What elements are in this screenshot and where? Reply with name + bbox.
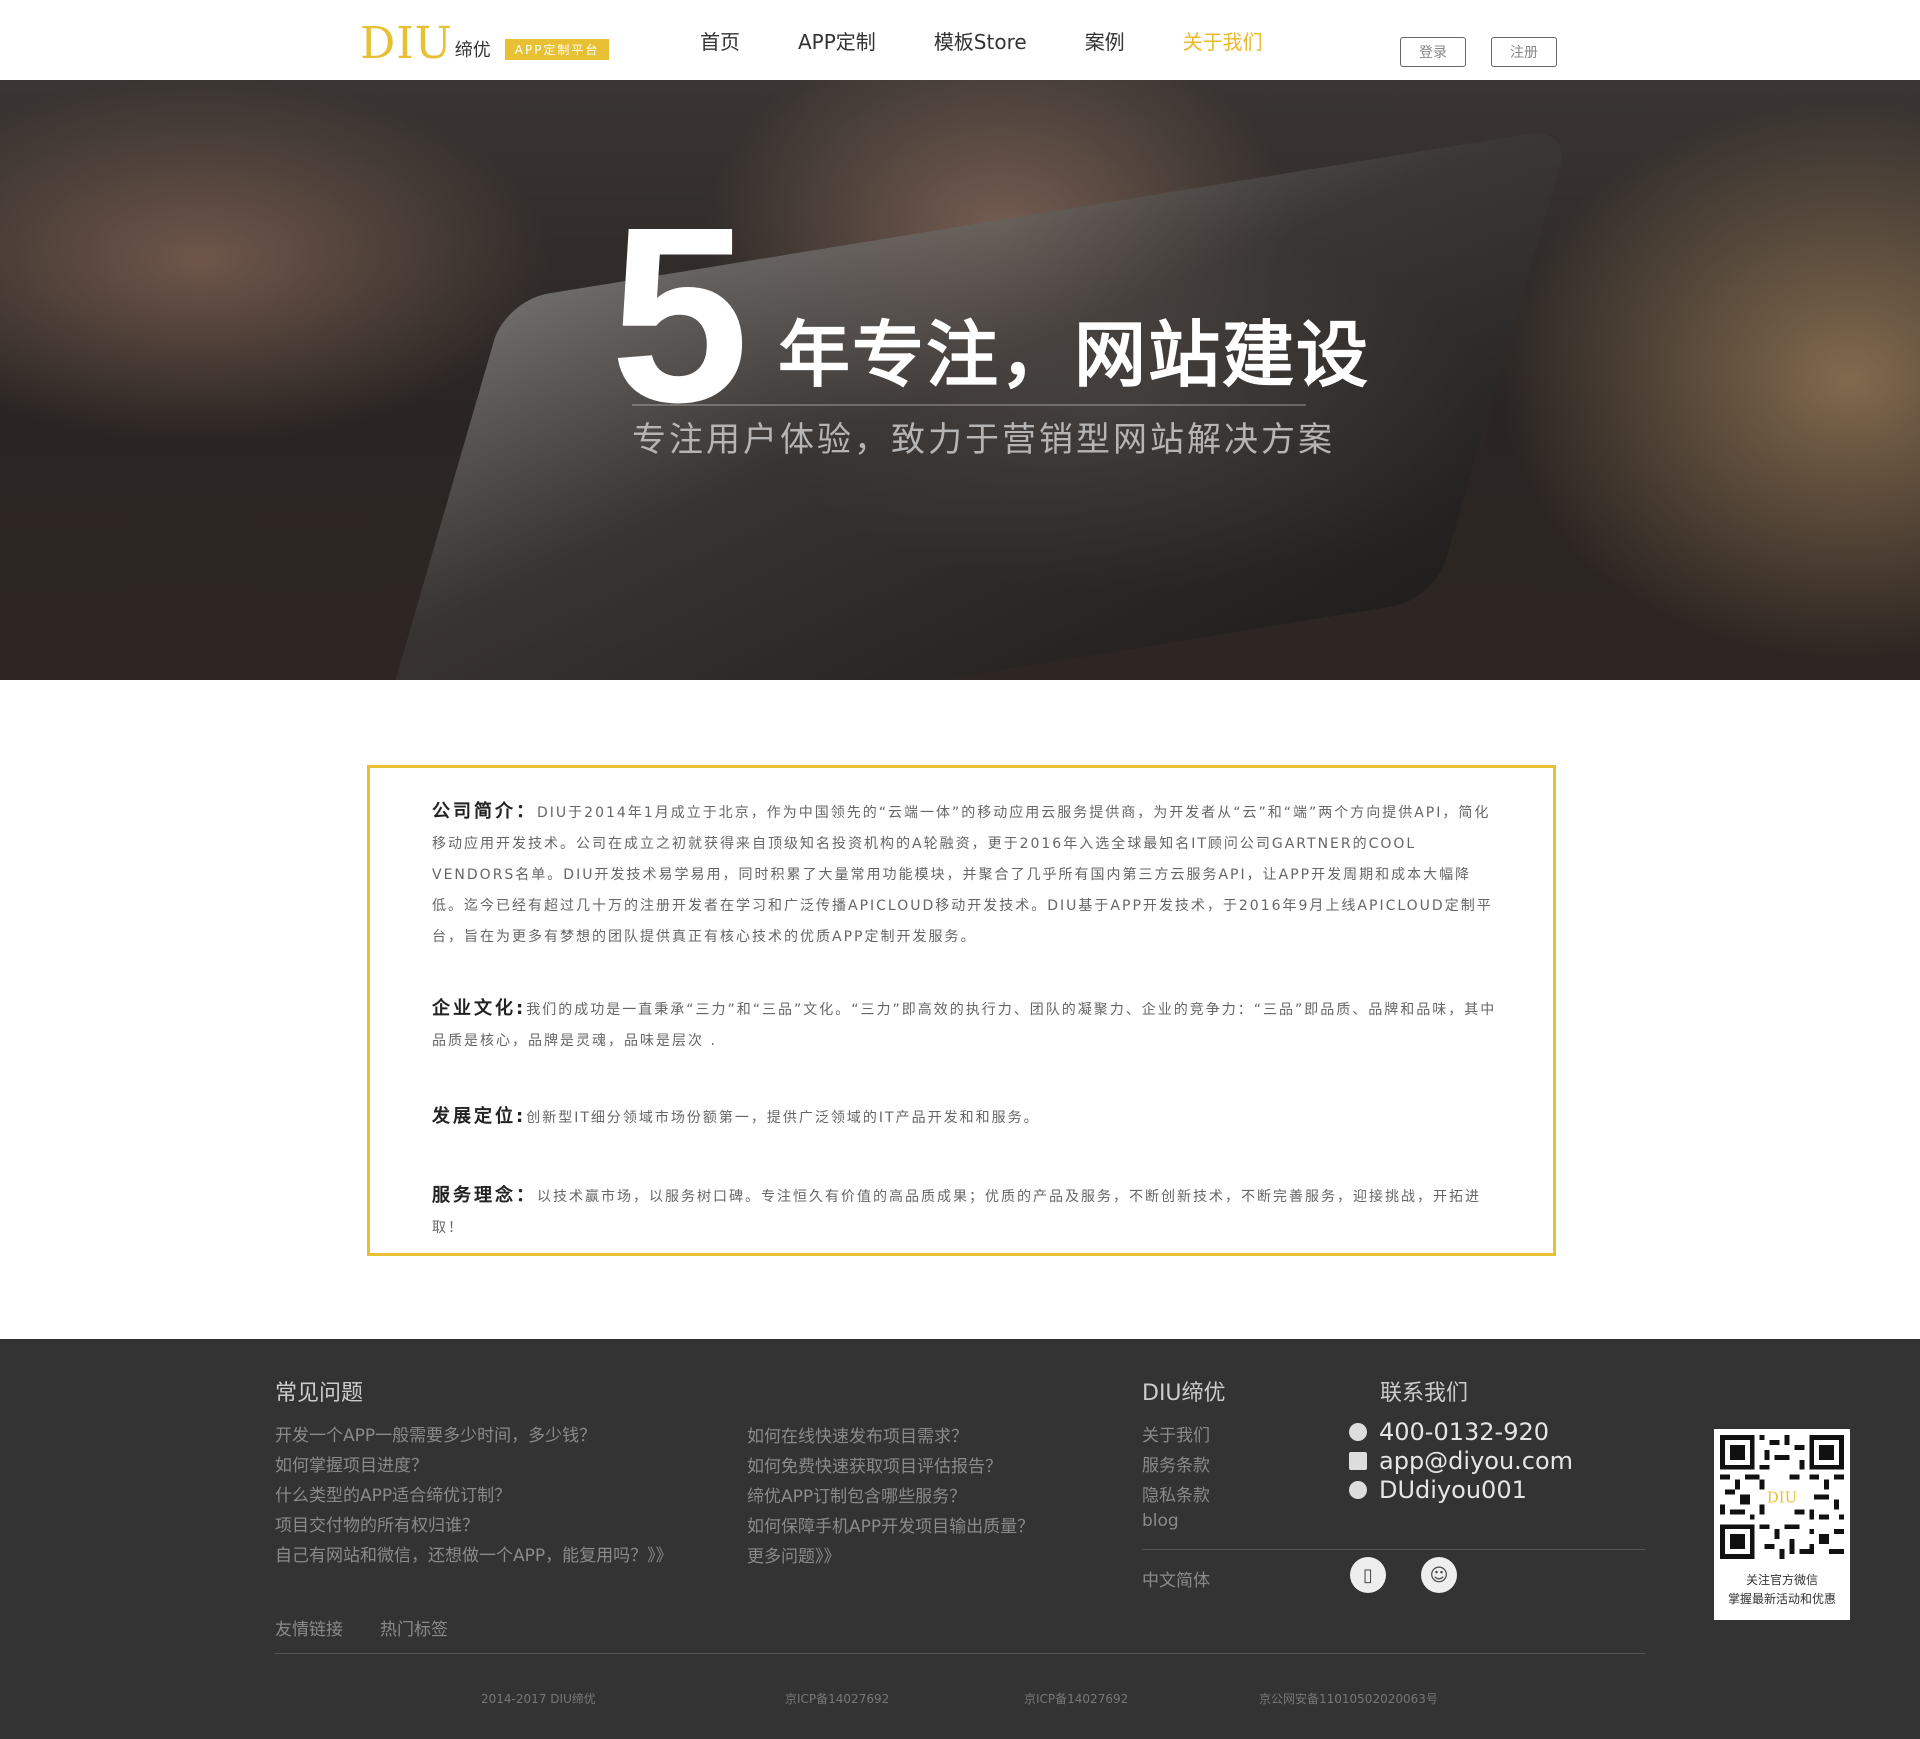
company-intro-label: 公司简介: [432, 801, 516, 822]
faq-link[interactable]: 如何免费快速获取项目评估报告？: [747, 1452, 1002, 1477]
logo-badge: APP定制平台: [504, 39, 610, 60]
footer-divider: [1142, 1549, 1645, 1550]
development-position-text: 创新型IT细分领域市场份额第一，提供广泛领域的IT产品开发和和服务。: [526, 1110, 1040, 1126]
hero-subtitle: 专注用户体验，致力于营销型网站解决方案: [632, 420, 1335, 460]
company-culture-sep: :: [516, 998, 527, 1019]
faq-link[interactable]: 如何掌握项目进度？: [275, 1451, 428, 1476]
company-intro-text: DIU于2014年1月成立于北京，作为中国领先的“云端一体”的移动应用云服务提供…: [432, 805, 1493, 945]
hero-title: 年专注，网站建设: [778, 313, 1371, 397]
company-culture-text: 我们的成功是一直秉承“三力”和“三品”文化。“三力”即高效的执行力、团队的凝聚力…: [432, 1002, 1497, 1049]
copyright: 2014-2017 DIU缔优: [481, 1692, 596, 1706]
wechat-icon[interactable]: ☺: [1421, 1557, 1457, 1593]
faq-link[interactable]: 如何保障手机APP开发项目输出质量？: [747, 1512, 1034, 1537]
development-position: 发展定位:创新型IT细分领域市场份额第一，提供广泛领域的IT产品开发和和服务。: [432, 1101, 1503, 1134]
faq-more-link[interactable]: 更多问题》》: [747, 1542, 841, 1567]
faq-link[interactable]: 自己有网站和微信，还想做一个APP，能复用吗？》》: [275, 1541, 673, 1566]
faq-link[interactable]: 缔优APP订制包含哪些服务？: [747, 1482, 966, 1507]
nav-about-us[interactable]: 关于我们: [1183, 26, 1263, 56]
service-philosophy: 服务理念：以技术赢市场，以服务树口碑。专注恒久有价值的高品质成果；优质的产品及服…: [432, 1180, 1503, 1244]
qr-logo: DIU: [1767, 1488, 1797, 1506]
development-position-sep: :: [516, 1106, 527, 1127]
hero-banner: 5 年专注，网站建设 专注用户体验，致力于营销型网站解决方案: [0, 80, 1920, 680]
qr-code-icon: DIU: [1720, 1435, 1844, 1559]
contact-phone: 400-0132-920: [1349, 1418, 1549, 1446]
contact-email[interactable]: app@diyou.com: [1349, 1447, 1573, 1475]
development-position-label: 发展定位: [432, 1106, 516, 1127]
faq-link[interactable]: 项目交付物的所有权归谁？: [275, 1511, 479, 1536]
register-button[interactable]: 注册: [1491, 37, 1557, 67]
company-culture-label: 企业文化: [432, 998, 516, 1019]
footer-link-terms[interactable]: 服务条款: [1142, 1451, 1210, 1476]
language-switch[interactable]: 中文简体: [1142, 1566, 1210, 1591]
footer-bottom-divider: [275, 1653, 1645, 1654]
icp-license-1[interactable]: 京ICP备14027692: [785, 1690, 889, 1707]
police-record[interactable]: 京公网安备11010502020063号: [1259, 1690, 1438, 1707]
site-header: DIU 缔优 APP定制平台 首页 APP定制 模板Store 案例 关于我们 …: [0, 0, 1920, 80]
about-panel: 公司简介：DIU于2014年1月成立于北京，作为中国领先的“云端一体”的移动应用…: [367, 765, 1556, 1256]
nav-app-custom[interactable]: APP定制: [798, 26, 876, 56]
faq-link[interactable]: 什么类型的APP适合缔优订制？: [275, 1481, 511, 1506]
qr-caption-line2: 掌握最新活动和优惠: [1727, 1592, 1836, 1606]
contact-title: 联系我们: [1380, 1381, 1469, 1406]
icp-license-2[interactable]: 京ICP备14027692: [1024, 1690, 1128, 1707]
company-culture: 企业文化:我们的成功是一直秉承“三力”和“三品”文化。“三力”即高效的执行力、团…: [432, 993, 1503, 1057]
service-philosophy-label: 服务理念: [432, 1185, 516, 1206]
contact-phone-value: 400-0132-920: [1379, 1418, 1550, 1446]
service-philosophy-sep: ：: [516, 1185, 537, 1206]
phone-icon: [1349, 1423, 1367, 1441]
footer-link-privacy[interactable]: 隐私条款: [1142, 1481, 1210, 1506]
brand-title: DIU缔优: [1142, 1381, 1226, 1406]
contact-email-value: app@diyou.com: [1379, 1447, 1574, 1475]
site-logo[interactable]: DIU 缔优 APP定制平台: [360, 18, 610, 69]
logo-mark: DIU: [360, 18, 453, 69]
faq-title: 常见问题: [275, 1381, 364, 1406]
company-intro: 公司简介：DIU于2014年1月成立于北京，作为中国领先的“云端一体”的移动应用…: [432, 796, 1503, 953]
nav-home[interactable]: 首页: [700, 26, 740, 56]
contact-wechat: DUdiyou001: [1349, 1476, 1527, 1504]
login-button[interactable]: 登录: [1400, 37, 1466, 67]
footer-link-blog[interactable]: blog: [1142, 1511, 1179, 1531]
main-nav: 首页 APP定制 模板Store 案例 关于我们: [700, 26, 1321, 56]
mobile-app-icon[interactable]: ▯: [1350, 1557, 1386, 1593]
nav-template-store[interactable]: 模板Store: [934, 26, 1027, 56]
friend-links[interactable]: 友情链接: [275, 1615, 343, 1640]
faq-link[interactable]: 开发一个APP一般需要多少时间，多少钱？: [275, 1421, 596, 1446]
qr-caption-line1: 关注官方微信: [1745, 1573, 1818, 1587]
company-intro-sep: ：: [516, 801, 537, 822]
mail-icon: [1349, 1452, 1367, 1470]
service-philosophy-text: 以技术赢市场，以服务树口碑。专注恒久有价值的高品质成果；优质的产品及服务，不断创…: [432, 1189, 1481, 1236]
hot-tags[interactable]: 热门标签: [380, 1615, 448, 1640]
contact-wechat-value: DUdiyou001: [1379, 1476, 1527, 1504]
footer-link-about[interactable]: 关于我们: [1142, 1421, 1210, 1446]
hero-big-number: 5: [610, 175, 750, 454]
wechat-qr-code: DIU 关注官方微信 掌握最新活动和优惠: [1714, 1429, 1850, 1620]
nav-cases[interactable]: 案例: [1085, 26, 1125, 56]
faq-link[interactable]: 如何在线快速发布项目需求？: [747, 1422, 968, 1447]
hero-divider: [632, 404, 1306, 406]
logo-name: 缔优: [454, 40, 491, 61]
wechat-id-icon: [1349, 1481, 1367, 1499]
